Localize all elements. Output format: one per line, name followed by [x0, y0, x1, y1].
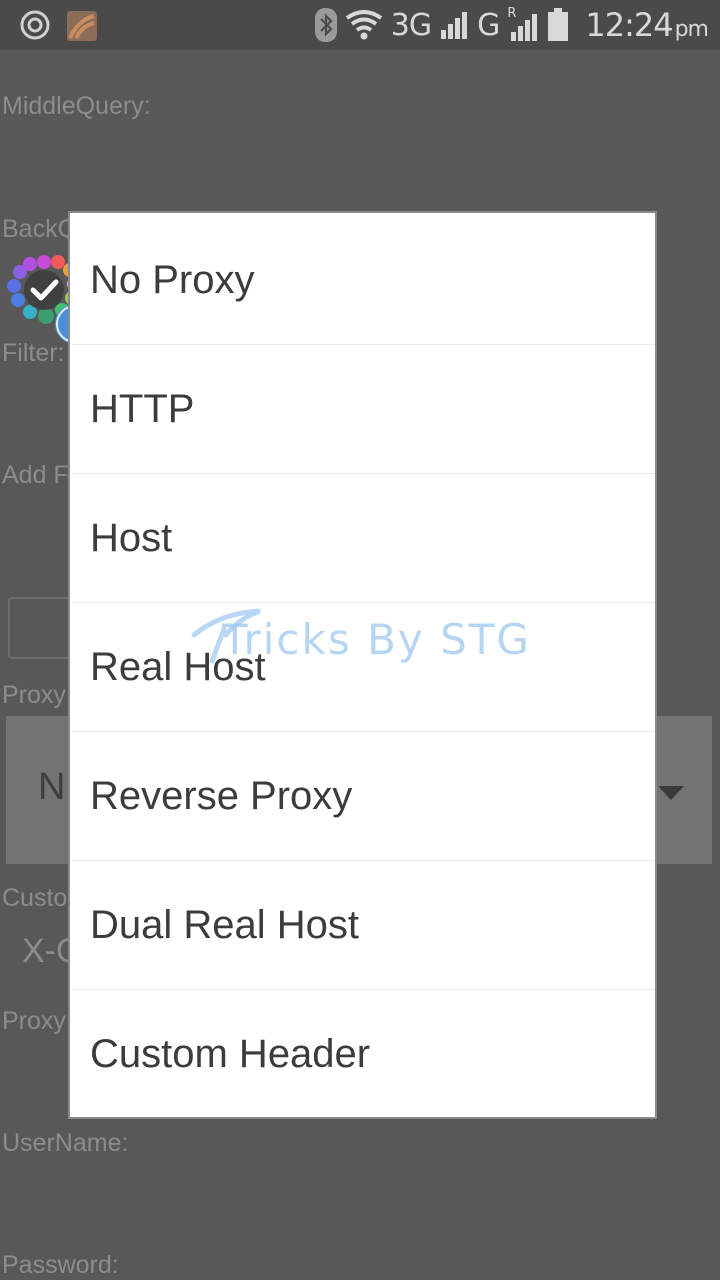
- add-label: Add F: [2, 461, 69, 489]
- signal-icon: [441, 12, 468, 39]
- username-label: UserName:: [2, 1129, 129, 1157]
- target-icon: [20, 10, 50, 40]
- watermark-text: Tricks By STG: [222, 615, 531, 664]
- background-checkbox: [8, 597, 70, 659]
- roaming-signal: R: [507, 6, 539, 42]
- app-notification-icon: [67, 11, 97, 41]
- option-custom-header[interactable]: Custom Header: [72, 990, 655, 1119]
- option-no-proxy[interactable]: No Proxy: [72, 216, 655, 345]
- status-bar: 3G G R 12:24pm: [0, 0, 720, 50]
- proxy-type-label: Proxy: [2, 681, 66, 709]
- password-label: Password:: [2, 1251, 119, 1279]
- middle-query-label: MiddleQuery:: [2, 92, 151, 120]
- bluetooth-icon: [314, 8, 337, 42]
- back-query-label: BackQ: [2, 215, 78, 243]
- wifi-icon: [345, 10, 382, 40]
- option-reverse-proxy[interactable]: Reverse Proxy: [72, 732, 655, 861]
- option-http[interactable]: HTTP: [72, 345, 655, 474]
- network-type-g: G: [477, 7, 500, 43]
- option-dual-real-host[interactable]: Dual Real Host: [72, 861, 655, 990]
- clock: 12:24: [585, 6, 673, 44]
- watermark: Tricks By STG: [190, 605, 540, 675]
- option-host[interactable]: Host: [72, 474, 655, 603]
- custom-header-label: Custo: [2, 884, 68, 912]
- proxy-type-spinner-value: N: [38, 766, 66, 808]
- dropdown-arrow-icon: [658, 786, 684, 800]
- proxy-label: Proxy: [2, 1007, 66, 1035]
- clock-ampm: pm: [674, 17, 709, 42]
- battery-icon: [548, 8, 569, 41]
- signal-icon: [511, 14, 538, 41]
- network-type-3g: 3G: [390, 7, 432, 43]
